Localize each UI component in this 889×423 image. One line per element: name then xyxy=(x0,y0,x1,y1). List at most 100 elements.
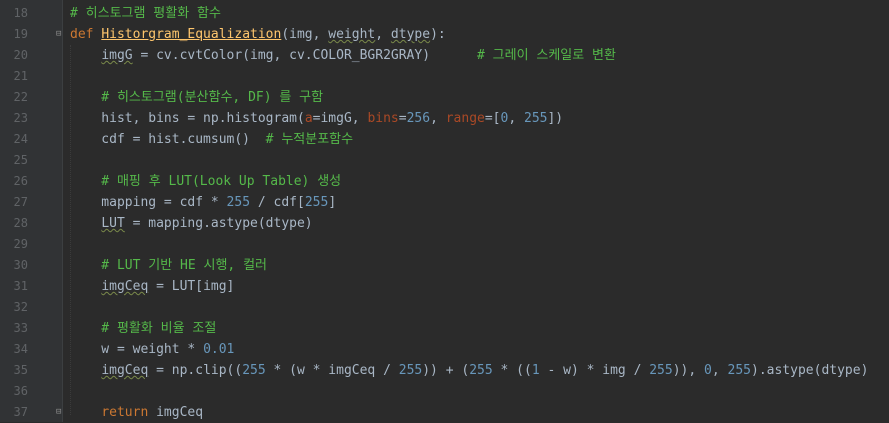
code-line[interactable]: 20 imgG = cv.cvtColor(img, cv.COLOR_BGR2… xyxy=(0,45,889,66)
code-token: LUT xyxy=(101,216,125,231)
code-text: def Historgram_Equalization(img, weight,… xyxy=(70,24,446,45)
code-line[interactable]: 26 # 매핑 후 LUT(Look Up Table) 생성 xyxy=(0,171,889,192)
fold-close-icon[interactable]: ⊟ xyxy=(56,408,63,417)
code-token: a xyxy=(304,111,313,126)
line-number: 19 xyxy=(13,27,28,41)
line-number: 21 xyxy=(13,69,28,83)
code-line[interactable]: 28 LUT = mapping.astype(dtype) xyxy=(0,213,889,234)
code-token: 255 xyxy=(524,111,548,126)
code-line[interactable]: 24 cdf = hist.cumsum() # 누적분포함수 xyxy=(0,129,889,150)
line-number: 22 xyxy=(13,90,28,104)
code-line[interactable]: 32 xyxy=(0,297,889,318)
code-line[interactable]: 27 mapping = cdf * 255 / cdf[255] xyxy=(0,192,889,213)
code-token: # 그레이 스케일로 변환 xyxy=(477,48,616,63)
code-token: = xyxy=(398,111,407,126)
code-lines[interactable]: 18 # 히스토그램 평활화 함수 19 ⊟ def Historgram_Equali… xyxy=(0,3,889,423)
line-number: 26 xyxy=(13,174,28,188)
code-token: , xyxy=(508,111,524,126)
code-token: 1 xyxy=(531,363,540,378)
code-token: imgCeq xyxy=(148,405,204,420)
code-line[interactable]: 19 ⊟ def Historgram_Equalization(img, weig… xyxy=(0,24,889,45)
fold-open-icon[interactable]: ⊟ xyxy=(56,30,63,39)
code-token: bins xyxy=(367,111,399,126)
code-line[interactable]: 18 # 히스토그램 평활화 함수 xyxy=(0,3,889,24)
code-token: 255 xyxy=(304,195,329,210)
code-token: * (w * imgCeq / xyxy=(265,363,399,378)
code-token: =imgG, xyxy=(312,111,368,126)
code-text: # 히스토그램 평활화 함수 xyxy=(70,3,221,24)
code-text: # 평활화 비율 조절 xyxy=(70,318,216,339)
code-text: # 매핑 후 LUT(Look Up Table) 생성 xyxy=(70,171,341,192)
code-text: w = weight * 0.01 xyxy=(70,339,234,360)
code-token: Historgram_Equalization xyxy=(101,27,282,42)
code-token: weight xyxy=(328,27,376,42)
code-line[interactable]: 31 imgCeq = LUT[img] xyxy=(0,276,889,297)
code-line[interactable]: 34 w = weight * 0.01 xyxy=(0,339,889,360)
code-line[interactable]: 29 xyxy=(0,234,889,255)
code-token: 255 xyxy=(242,363,266,378)
code-token: - w) * img / xyxy=(539,363,650,378)
code-token: , xyxy=(711,363,728,378)
line-number: 28 xyxy=(13,216,28,230)
code-token: # 히스토그램(분산함수, DF) 를 구함 xyxy=(70,90,324,105)
code-token: cdf = hist.cumsum() xyxy=(70,132,266,147)
code-line[interactable]: 30 # LUT 기반 HE 시행, 컬러 xyxy=(0,255,889,276)
code-token: ]) xyxy=(547,111,564,126)
code-line[interactable]: 35 imgCeq = np.clip((255 * (w * imgCeq /… xyxy=(0,360,889,381)
code-line[interactable]: 36 xyxy=(0,381,889,402)
code-text: return imgCeq xyxy=(70,402,203,423)
code-line[interactable]: 22 # 히스토그램(분산함수, DF) 를 구함 xyxy=(0,87,889,108)
code-token: 255 xyxy=(649,363,673,378)
code-line[interactable]: 37 ⊟ return imgCeq xyxy=(0,402,889,423)
code-text: imgG = cv.cvtColor(img, cv.COLOR_BGR2GRA… xyxy=(70,45,616,66)
code-token: def xyxy=(70,27,102,42)
code-token: 255 xyxy=(226,195,251,210)
code-token: # 누적분포함수 xyxy=(265,132,354,147)
code-token: 0 xyxy=(704,363,712,378)
code-token: =[ xyxy=(484,111,501,126)
line-number: 30 xyxy=(13,258,28,272)
code-token: hist, bins = np.histogram( xyxy=(70,111,305,126)
code-token: range xyxy=(445,111,485,126)
code-token: (img, xyxy=(281,27,329,42)
code-token: , xyxy=(430,111,446,126)
code-token: # LUT 기반 HE 시행, 컬러 xyxy=(70,258,267,273)
code-line[interactable]: 33 # 평활화 비율 조절 xyxy=(0,318,889,339)
line-number: 18 xyxy=(13,6,28,20)
code-token: ] xyxy=(328,195,337,210)
code-text: # LUT 기반 HE 시행, 컬러 xyxy=(70,255,267,276)
code-line[interactable]: 23 hist, bins = np.histogram(a=imgG, bin… xyxy=(0,108,889,129)
code-token: ): xyxy=(430,27,446,42)
line-number: 33 xyxy=(13,321,28,335)
code-token: = cv.cvtColor(img, cv.COLOR_BGR2GRAY) xyxy=(132,48,477,63)
code-line[interactable]: 21 xyxy=(0,66,889,87)
code-token: imgCeq xyxy=(101,279,149,294)
code-text: mapping = cdf * 255 / cdf[255] xyxy=(70,192,336,213)
code-token: dtype xyxy=(390,27,431,42)
code-text: # 히스토그램(분산함수, DF) 를 구함 xyxy=(70,87,323,108)
code-token: # 평활화 비율 조절 xyxy=(70,321,217,336)
line-number: 27 xyxy=(13,195,28,209)
line-number: 31 xyxy=(13,279,28,293)
code-token: # 히스토그램 평활화 함수 xyxy=(70,6,221,21)
line-number: 37 xyxy=(13,405,28,419)
code-token: , xyxy=(375,27,391,42)
line-number: 20 xyxy=(13,48,28,62)
code-token: # 매핑 후 LUT(Look Up Table) 생성 xyxy=(70,174,342,189)
line-number: 24 xyxy=(13,132,28,146)
code-token: = np.clip(( xyxy=(148,363,243,378)
line-number: 23 xyxy=(13,111,28,125)
code-token: w = weight * xyxy=(70,342,204,357)
line-number: 25 xyxy=(13,153,28,167)
code-token: )) + ( xyxy=(422,363,470,378)
code-token: * (( xyxy=(492,363,532,378)
code-token: 255 xyxy=(469,363,493,378)
code-line[interactable]: 25 xyxy=(0,150,889,171)
code-editor[interactable]: 18 # 히스토그램 평활화 함수 19 ⊟ def Historgram_Equali… xyxy=(0,0,889,422)
code-token: )), xyxy=(672,363,705,378)
code-text: imgCeq = np.clip((255 * (w * imgCeq / 25… xyxy=(70,360,868,381)
